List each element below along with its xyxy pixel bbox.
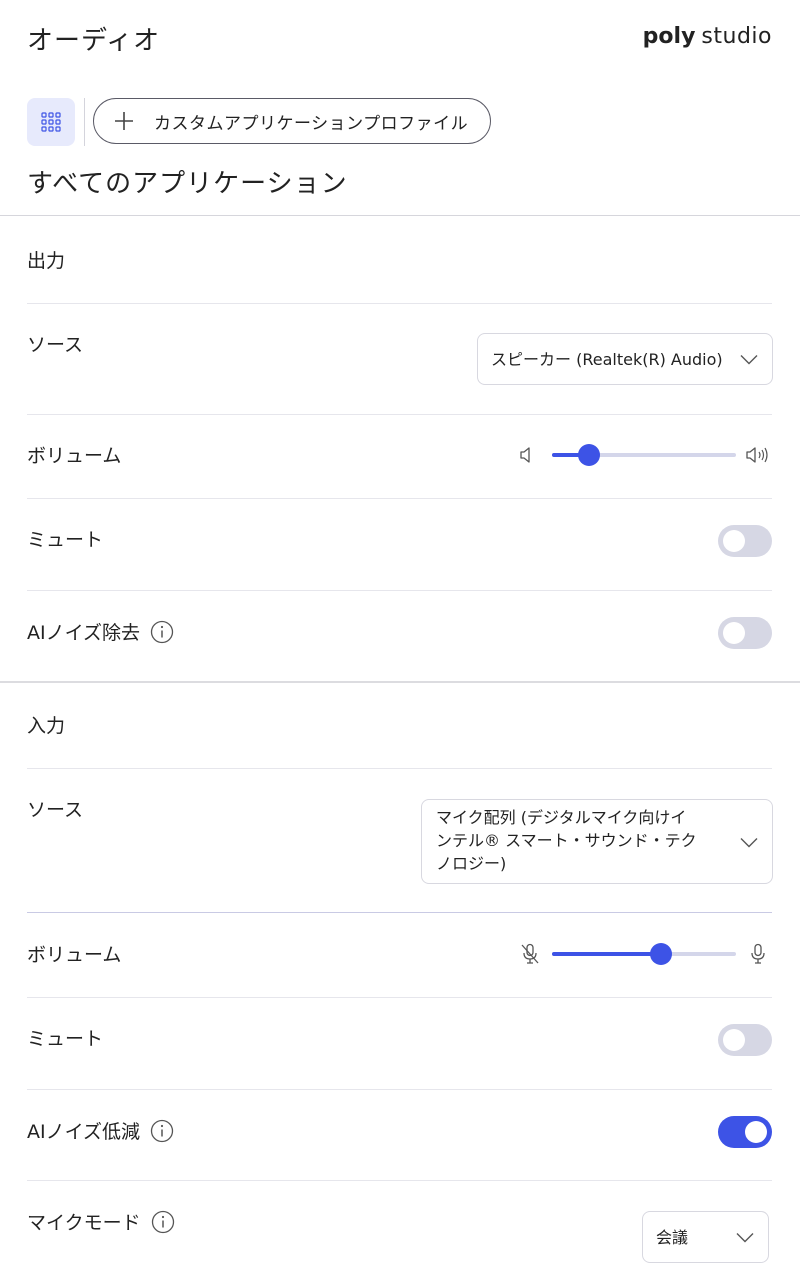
toggle-knob (723, 622, 745, 644)
toggle-knob (745, 1121, 767, 1143)
input-mute-toggle[interactable] (718, 1024, 772, 1056)
row-divider (27, 997, 772, 998)
speaker-low-icon (517, 445, 537, 465)
slider-thumb[interactable] (649, 943, 672, 965)
mic-icon (749, 942, 767, 966)
chevron-down-icon (740, 832, 758, 851)
page-title: オーディオ (27, 26, 161, 56)
output-mute-label: ミュート (27, 529, 104, 551)
input-source-value: マイク配列 (デジタルマイク向けイ ンテル® スマート・サウンド・テク ノロジー… (436, 806, 697, 875)
mic-muted-icon (519, 942, 541, 966)
input-volume-slider[interactable] (552, 942, 736, 966)
info-icon[interactable] (150, 620, 174, 644)
add-custom-profile-label: カスタムアプリケーションプロファイル (154, 113, 469, 134)
input-volume-label: ボリューム (27, 944, 122, 966)
brand-logo-bold: poly (642, 24, 696, 49)
output-noise-toggle[interactable] (718, 617, 772, 649)
input-source-value-line2: ンテル® スマート・サウンド・テク (436, 831, 697, 850)
output-noise-label: AIノイズ除去 (27, 622, 141, 644)
app-header: オーディオ poly studio (0, 0, 800, 80)
input-source-select[interactable]: マイク配列 (デジタルマイク向けイ ンテル® スマート・サウンド・テク ノロジー… (421, 799, 773, 884)
input-source-value-line3: ノロジー) (436, 854, 507, 873)
mic-mode-row-label: マイクモード (27, 1208, 175, 1235)
all-applications-button[interactable] (27, 98, 75, 146)
output-mute-toggle[interactable] (718, 525, 772, 557)
chevron-down-icon (740, 350, 758, 369)
input-source-value-line1: マイク配列 (デジタルマイク向けイ (436, 808, 687, 827)
section-divider (0, 681, 800, 683)
row-divider (27, 1180, 772, 1181)
grid-icon (41, 112, 61, 132)
row-divider (27, 1089, 772, 1090)
row-divider (27, 414, 772, 415)
slider-thumb[interactable] (577, 444, 600, 466)
input-noise-toggle[interactable] (718, 1116, 772, 1148)
input-source-label: ソース (27, 799, 84, 821)
row-divider (27, 768, 772, 769)
info-icon[interactable] (151, 1210, 175, 1234)
info-icon[interactable] (150, 1119, 174, 1143)
toggle-knob (723, 1029, 745, 1051)
output-noise-row-label: AIノイズ除去 (27, 618, 174, 645)
plus-icon (115, 112, 133, 130)
toggle-knob (723, 530, 745, 552)
brand-logo-light: studio (701, 24, 772, 49)
mic-mode-label: マイクモード (27, 1212, 141, 1234)
chevron-down-icon (736, 1228, 754, 1247)
profile-heading: すべてのアプリケーション (27, 169, 348, 199)
output-source-value: スピーカー (Realtek(R) Audio) (491, 349, 723, 369)
add-custom-profile-button[interactable]: カスタムアプリケーションプロファイル (93, 98, 491, 144)
brand-logo: poly studio (643, 24, 772, 49)
output-source-select[interactable]: スピーカー (Realtek(R) Audio) (477, 333, 773, 385)
row-divider (27, 498, 772, 499)
row-divider (27, 303, 772, 304)
section-divider (0, 215, 800, 216)
row-divider (27, 590, 772, 591)
speaker-high-icon (745, 445, 771, 465)
input-mute-label: ミュート (27, 1028, 104, 1050)
input-noise-row-label: AIノイズ低減 (27, 1117, 174, 1144)
slider-fill (552, 952, 661, 956)
output-source-label: ソース (27, 334, 84, 356)
output-section-label: 出力 (27, 250, 66, 272)
output-volume-label: ボリューム (27, 445, 122, 467)
mic-mode-select[interactable]: 会議 (642, 1211, 769, 1263)
output-volume-slider[interactable] (552, 443, 736, 467)
input-noise-label: AIノイズ低減 (27, 1121, 141, 1143)
mic-mode-value: 会議 (656, 1227, 689, 1247)
input-section-label: 入力 (27, 715, 66, 737)
toolbar-divider (84, 98, 85, 146)
row-divider (27, 912, 772, 913)
